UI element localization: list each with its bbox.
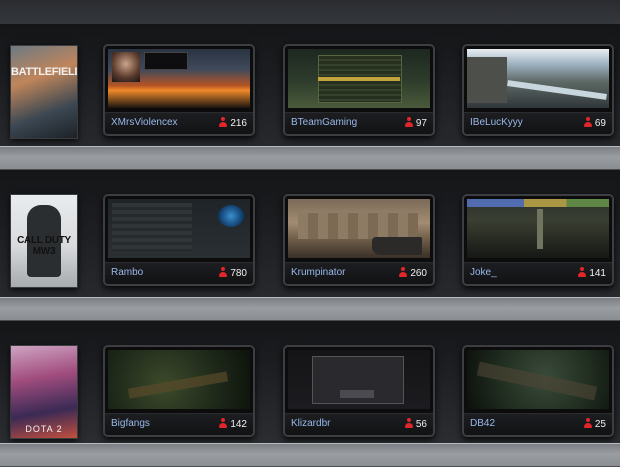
person-icon — [578, 267, 587, 277]
stream-card[interactable]: XMrsViolencex 216 — [103, 44, 255, 136]
person-icon — [404, 117, 413, 127]
streamer-name[interactable]: IBeLucKyyy — [470, 117, 523, 128]
stream-thumbnail — [467, 350, 609, 409]
streamer-name[interactable]: DB42 — [470, 418, 495, 429]
stream-card[interactable]: Rambo 780 — [103, 194, 255, 286]
viewer-count: 216 — [219, 117, 247, 129]
stream-thumbnail — [288, 350, 430, 409]
shelf-board — [0, 443, 620, 467]
game-cover-battlefield[interactable]: BATTLEFIELD — [10, 45, 78, 139]
streamer-name[interactable]: Rambo — [111, 267, 143, 278]
stream-card[interactable]: Klizardbr 56 — [283, 345, 435, 437]
stream-thumbnail — [108, 49, 250, 108]
stream-card[interactable]: Joke_ 141 — [462, 194, 614, 286]
game-cover-dota-2[interactable]: DOTA 2 — [10, 345, 78, 439]
viewer-count: 56 — [404, 418, 427, 430]
streamer-name[interactable]: Krumpinator — [291, 267, 345, 278]
shelf-board — [0, 146, 620, 170]
person-icon — [219, 418, 228, 428]
person-icon — [219, 267, 228, 277]
top-bar — [0, 0, 620, 24]
viewer-count: 97 — [404, 117, 427, 129]
stream-card[interactable]: IBeLucKyyy 69 — [462, 44, 614, 136]
person-icon — [399, 267, 408, 277]
stream-caption: IBeLucKyyy 69 — [464, 112, 612, 134]
stream-caption: XMrsViolencex 216 — [105, 112, 253, 134]
viewer-count: 141 — [578, 267, 606, 279]
stream-caption: BTeamGaming 97 — [285, 112, 433, 134]
cover-title: BATTLEFIELD — [11, 66, 78, 78]
stream-thumbnail — [108, 199, 250, 258]
person-icon — [583, 117, 592, 127]
stream-thumbnail — [467, 49, 609, 108]
stream-card[interactable]: DB42 25 — [462, 345, 614, 437]
stream-thumbnail — [288, 199, 430, 258]
viewer-count: 25 — [583, 418, 606, 430]
streamer-name[interactable]: Bigfangs — [111, 418, 150, 429]
stream-caption: Krumpinator 260 — [285, 262, 433, 284]
stream-thumbnail — [288, 49, 430, 108]
stream-caption: Rambo 780 — [105, 262, 253, 284]
game-row-dota-2: DOTA 2 Bigfangs 142 Klizardbr 56 DB42 25 — [0, 321, 620, 443]
viewer-count: 69 — [583, 117, 606, 129]
cover-title: DOTA 2 — [25, 424, 63, 434]
viewer-count: 260 — [399, 267, 427, 279]
shelf-board — [0, 297, 620, 321]
stream-thumbnail — [467, 199, 609, 258]
person-icon — [583, 418, 592, 428]
viewer-count: 142 — [219, 418, 247, 430]
person-icon — [404, 418, 413, 428]
stream-caption: Joke_ 141 — [464, 262, 612, 284]
stream-caption: Klizardbr 56 — [285, 413, 433, 435]
stream-card[interactable]: BTeamGaming 97 — [283, 44, 435, 136]
streamer-name[interactable]: Joke_ — [470, 267, 497, 278]
streamer-name[interactable]: XMrsViolencex — [111, 117, 178, 128]
stream-card[interactable]: Bigfangs 142 — [103, 345, 255, 437]
stream-caption: DB42 25 — [464, 413, 612, 435]
cover-title: CALL DUTY MW3 — [17, 235, 71, 257]
streamer-name[interactable]: Klizardbr — [291, 418, 330, 429]
stream-card[interactable]: Krumpinator 260 — [283, 194, 435, 286]
stream-thumbnail — [108, 350, 250, 409]
game-cover-call-of-duty[interactable]: CALL DUTY MW3 — [10, 194, 78, 288]
stream-caption: Bigfangs 142 — [105, 413, 253, 435]
viewer-count: 780 — [219, 267, 247, 279]
person-icon — [219, 117, 228, 127]
streamer-name[interactable]: BTeamGaming — [291, 117, 357, 128]
